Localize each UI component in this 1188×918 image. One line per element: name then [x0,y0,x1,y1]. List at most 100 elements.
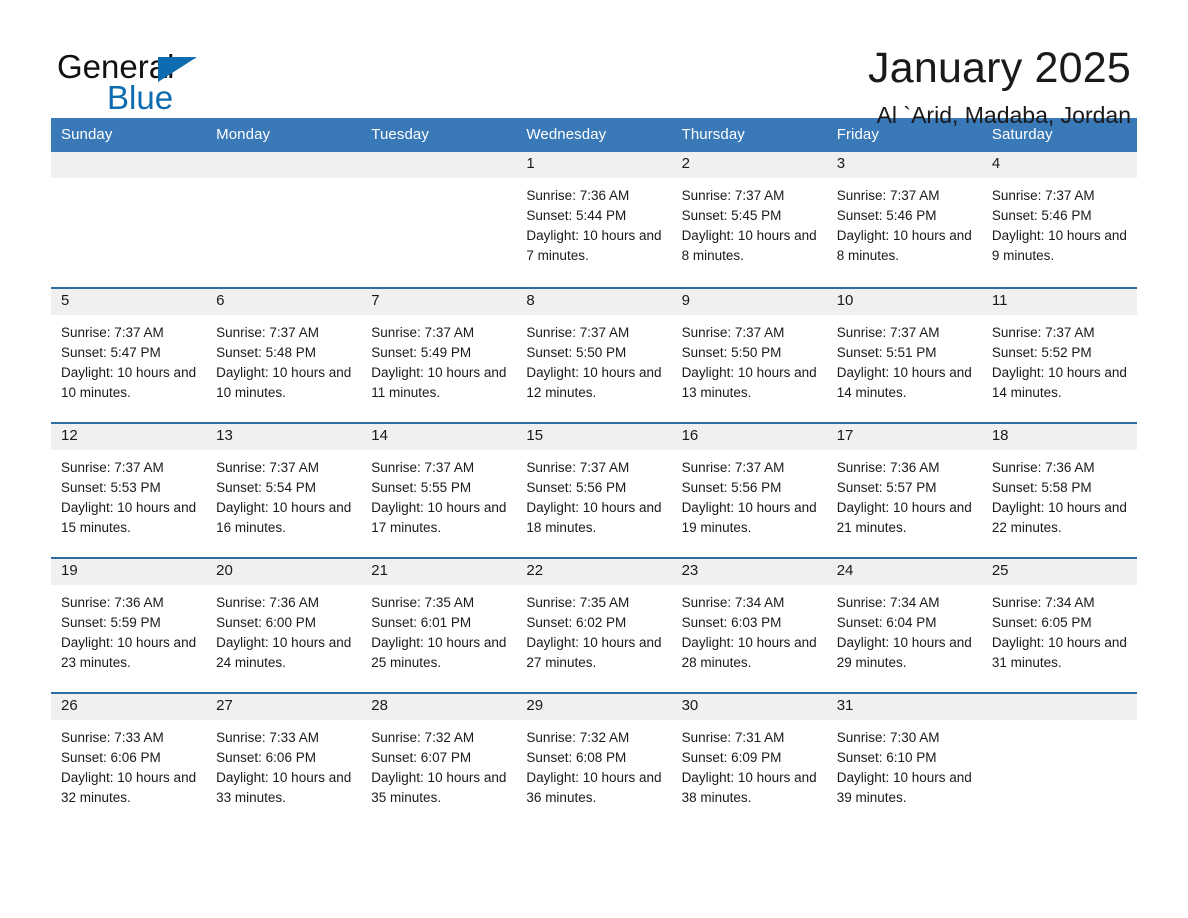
day-details: Sunrise: 7:36 AM Sunset: 5:57 PM Daylight:… [827,450,982,538]
sunset-text: Sunset: 5:50 PM [526,345,627,361]
day-cell[interactable]: 16 Sunrise: 7:37 AM Sunset: 5:56 PM Dayligh… [671,424,827,557]
day-cell[interactable]: 20 Sunrise: 7:36 AM Sunset: 6:00 PM Dayligh… [206,559,362,692]
day-number: 23 [671,559,827,586]
day-number: 5 [51,289,207,316]
sunrise-text: Sunrise: 7:37 AM [526,325,630,341]
sunset-text: Sunset: 5:46 PM [836,208,937,224]
day-details: Sunrise: 7:36 AM Sunset: 5:58 PM Daylight:… [982,450,1137,538]
day-cell[interactable]: 6 Sunrise: 7:37 AM Sunset: 5:48 PM Daylight… [206,289,362,422]
sunrise-text: Sunrise: 7:37 AM [681,460,785,476]
daylight-text: Daylight: 10 hours and 11 minutes. [371,365,507,401]
day-cell[interactable]: 11 Sunrise: 7:37 AM Sunset: 5:52 PM Dayligh… [981,289,1137,422]
day-cell[interactable]: 29 Sunrise: 7:32 AM Sunset: 6:08 PM Dayligh… [516,694,672,827]
day-cell[interactable]: 17 Sunrise: 7:36 AM Sunset: 5:57 PM Dayligh… [826,424,982,557]
day-details: Sunrise: 7:32 AM Sunset: 6:08 PM Daylight:… [516,720,671,808]
day-cell[interactable]: 18 Sunrise: 7:36 AM Sunset: 5:58 PM Dayligh… [981,424,1137,557]
sunset-text: Sunset: 5:51 PM [836,345,937,361]
day-cell[interactable]: 25 Sunrise: 7:34 AM Sunset: 6:05 PM Dayligh… [981,559,1137,692]
daylight-text: Daylight: 10 hours and 29 minutes. [836,635,972,671]
brand-logo[interactable]: General Blue [57,42,257,118]
day-number [51,152,207,179]
calendar-week-row: 12 Sunrise: 7:37 AM Sunset: 5:53 PM Dayligh… [51,422,1137,557]
sunrise-text: Sunrise: 7:37 AM [526,460,630,476]
day-cell-empty [206,152,362,287]
daylight-text: Daylight: 10 hours and 27 minutes. [526,635,662,671]
day-cell[interactable]: 21 Sunrise: 7:35 AM Sunset: 6:01 PM Dayligh… [361,559,517,692]
day-details: Sunrise: 7:37 AM Sunset: 5:45 PM Daylight:… [672,178,827,266]
day-cell[interactable]: 5 Sunrise: 7:37 AM Sunset: 5:47 PM Daylight… [51,289,207,422]
sunrise-text: Sunrise: 7:37 AM [61,460,164,476]
sunrise-text: Sunrise: 7:33 AM [216,730,319,746]
day-cell[interactable]: 22 Sunrise: 7:35 AM Sunset: 6:02 PM Dayligh… [516,559,672,692]
sunset-text: Sunset: 6:02 PM [526,615,627,631]
day-details: Sunrise: 7:37 AM Sunset: 5:50 PM Daylight:… [516,315,671,403]
sunrise-text: Sunrise: 7:37 AM [991,188,1095,204]
daylight-text: Daylight: 10 hours and 36 minutes. [526,770,662,806]
daylight-text: Daylight: 10 hours and 10 minutes. [61,365,197,401]
day-details [206,178,361,186]
day-cell[interactable]: 28 Sunrise: 7:32 AM Sunset: 6:07 PM Dayligh… [361,694,517,827]
daylight-text: Daylight: 10 hours and 14 minutes. [836,365,972,401]
calendar-week-row: 26 Sunrise: 7:33 AM Sunset: 6:06 PM Dayligh… [51,692,1137,827]
sunrise-text: Sunrise: 7:37 AM [836,325,940,341]
day-cell[interactable]: 31 Sunrise: 7:30 AM Sunset: 6:10 PM Dayligh… [826,694,982,827]
day-cell[interactable]: 30 Sunrise: 7:31 AM Sunset: 6:09 PM Dayligh… [671,694,827,827]
day-details: Sunrise: 7:37 AM Sunset: 5:52 PM Daylight:… [982,315,1137,403]
sunrise-text: Sunrise: 7:37 AM [61,325,164,341]
sunset-text: Sunset: 6:10 PM [836,750,937,766]
day-cell[interactable]: 4 Sunrise: 7:37 AM Sunset: 5:46 PM Daylight… [981,152,1137,287]
day-number: 21 [361,559,517,586]
day-number: 11 [981,289,1137,316]
sunrise-text: Sunrise: 7:37 AM [216,460,319,476]
title-block: January 2025 Al `Arid, Madaba, Jordan [257,42,1131,128]
day-cell[interactable]: 7 Sunrise: 7:37 AM Sunset: 5:49 PM Daylight… [361,289,517,422]
day-cell[interactable]: 3 Sunrise: 7:37 AM Sunset: 5:46 PM Daylight… [826,152,982,287]
day-cell[interactable]: 10 Sunrise: 7:37 AM Sunset: 5:51 PM Dayligh… [826,289,982,422]
sunset-text: Sunset: 6:04 PM [836,615,937,631]
day-cell-empty [51,152,207,287]
weekday-header-tuesday: Tuesday [371,126,429,143]
day-number: 2 [671,152,827,179]
day-cell[interactable]: 14 Sunrise: 7:37 AM Sunset: 5:55 PM Dayligh… [361,424,517,557]
day-details: Sunrise: 7:34 AM Sunset: 6:03 PM Daylight:… [672,585,827,673]
day-number: 26 [51,694,207,721]
calendar-page: General Blue January 2025 Al `Arid, Mada… [0,0,1188,918]
day-cell[interactable]: 19 Sunrise: 7:36 AM Sunset: 5:59 PM Dayligh… [51,559,207,692]
weekday-header-saturday: Saturday [991,126,1053,143]
sunrise-text: Sunrise: 7:34 AM [991,595,1095,611]
daylight-text: Daylight: 10 hours and 21 minutes. [836,500,972,536]
daylight-text: Daylight: 10 hours and 38 minutes. [681,770,817,806]
day-cell[interactable]: 12 Sunrise: 7:37 AM Sunset: 5:53 PM Dayligh… [51,424,207,557]
day-cell[interactable]: 15 Sunrise: 7:37 AM Sunset: 5:56 PM Dayligh… [516,424,672,557]
daylight-text: Daylight: 10 hours and 10 minutes. [216,365,352,401]
sunrise-text: Sunrise: 7:36 AM [836,460,940,476]
weekday-header-sunday: Sunday [61,126,113,143]
day-number: 24 [826,559,982,586]
day-details: Sunrise: 7:36 AM Sunset: 5:59 PM Daylight:… [51,585,206,673]
day-cell[interactable]: 26 Sunrise: 7:33 AM Sunset: 6:06 PM Dayligh… [51,694,207,827]
brand-name-blue: Blue [107,79,174,116]
day-cell[interactable]: 2 Sunrise: 7:37 AM Sunset: 5:45 PM Daylight… [671,152,827,287]
day-details: Sunrise: 7:37 AM Sunset: 5:56 PM Daylight:… [672,450,827,538]
day-number: 28 [361,694,517,721]
weekday-header-friday: Friday [836,126,879,143]
day-details: Sunrise: 7:34 AM Sunset: 6:05 PM Daylight:… [982,585,1137,673]
sunset-text: Sunset: 6:03 PM [681,615,782,631]
sunset-text: Sunset: 5:50 PM [681,345,782,361]
masthead: General Blue January 2025 Al `Arid, Mada… [0,0,1188,128]
day-cell[interactable]: 23 Sunrise: 7:34 AM Sunset: 6:03 PM Dayligh… [671,559,827,692]
day-cell[interactable]: 27 Sunrise: 7:33 AM Sunset: 6:06 PM Dayligh… [206,694,362,827]
sunset-text: Sunset: 5:58 PM [991,480,1092,496]
day-details: Sunrise: 7:37 AM Sunset: 5:49 PM Daylight:… [361,315,516,403]
day-details: Sunrise: 7:37 AM Sunset: 5:46 PM Daylight:… [827,178,982,266]
day-number: 12 [51,424,207,451]
sunset-text: Sunset: 5:57 PM [836,480,937,496]
sunrise-text: Sunrise: 7:36 AM [526,188,630,204]
day-cell[interactable]: 1 Sunrise: 7:36 AM Sunset: 5:44 PM Daylight… [516,152,672,287]
day-cell[interactable]: 24 Sunrise: 7:34 AM Sunset: 6:04 PM Dayligh… [826,559,982,692]
day-number: 14 [361,424,517,451]
day-cell[interactable]: 13 Sunrise: 7:37 AM Sunset: 5:54 PM Dayligh… [206,424,362,557]
day-details: Sunrise: 7:30 AM Sunset: 6:10 PM Daylight:… [827,720,982,808]
day-cell[interactable]: 9 Sunrise: 7:37 AM Sunset: 5:50 PM Daylight… [671,289,827,422]
day-cell[interactable]: 8 Sunrise: 7:37 AM Sunset: 5:50 PM Daylight… [516,289,672,422]
